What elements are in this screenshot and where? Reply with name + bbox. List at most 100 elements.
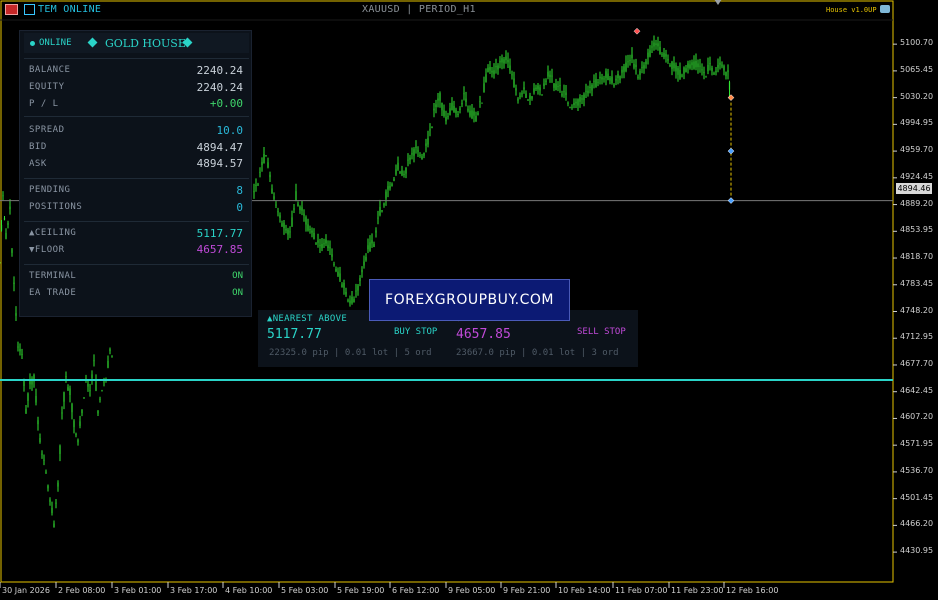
spread-label: SPREAD — [29, 125, 65, 135]
candle-body — [727, 70, 729, 73]
candle-body — [109, 349, 111, 352]
candle-body — [429, 129, 431, 131]
x-tick-label: 12 Feb 16:00 — [726, 586, 779, 595]
candle-body — [335, 268, 337, 272]
candle-body — [299, 206, 301, 211]
watermark-banner[interactable]: FOREXGROUPBUY.COM — [369, 279, 570, 321]
x-tick-label: 11 Feb 23:00 — [671, 586, 724, 595]
candle-body — [367, 245, 369, 250]
candle-body — [377, 217, 379, 219]
ea-hat-icon[interactable] — [880, 5, 890, 13]
candle-body — [443, 110, 445, 117]
current-price-tag: 4894.46 — [896, 183, 932, 194]
candle-body — [677, 68, 679, 75]
candle-body — [347, 300, 349, 302]
ask-value: 4894.57 — [196, 157, 243, 170]
candle-body — [41, 453, 43, 455]
candle-body — [13, 282, 15, 285]
candle-body — [637, 76, 639, 78]
candle-body — [391, 184, 393, 187]
candle-body — [2, 195, 4, 197]
candle-body — [307, 224, 309, 231]
candle-body — [551, 75, 553, 77]
ea-smile-icon[interactable] — [24, 4, 35, 15]
candle-body — [681, 75, 683, 77]
candle-body — [327, 245, 329, 249]
floor-value: 4657.85 — [196, 243, 243, 256]
price-axis[interactable]: 5100.70 5065.45 5030.20 4994.95 4959.70 4924.… — [894, 0, 938, 582]
candle-body — [455, 109, 457, 114]
nearest-below-price: 4657.85 — [456, 327, 511, 342]
candle-body — [277, 211, 279, 213]
candle-body — [301, 207, 303, 211]
candle-body — [265, 155, 267, 157]
candle-body — [83, 397, 85, 399]
candle-body — [609, 77, 611, 81]
candle-body — [0, 262, 1, 264]
candle-body — [309, 228, 311, 230]
candle-body — [703, 71, 705, 74]
candle-body — [103, 381, 105, 383]
candle-body — [355, 290, 357, 292]
candle-body — [543, 83, 545, 86]
y-tick-label: 4748.20 — [900, 305, 934, 315]
candle-body — [79, 421, 81, 426]
candle-body — [643, 65, 645, 69]
candle-body — [485, 74, 487, 83]
candle-body — [587, 90, 589, 94]
candle-body — [341, 284, 343, 288]
candle-body — [273, 196, 275, 199]
candle-body — [683, 67, 685, 74]
candle-body — [261, 161, 263, 165]
candle-body — [29, 380, 31, 385]
candle-body — [675, 65, 677, 72]
candle-body — [449, 108, 451, 115]
candle-body — [73, 420, 75, 428]
candle-body — [379, 206, 381, 216]
candle-body — [0, 225, 3, 231]
y-tick-label: 4642.45 — [900, 385, 934, 395]
candle-body — [617, 74, 619, 79]
chart-shift-marker-icon[interactable] — [714, 0, 722, 5]
y-tick-label: 4818.70 — [900, 252, 934, 262]
candle-body — [639, 70, 641, 75]
candle-body — [657, 43, 659, 47]
candle-body — [349, 300, 351, 304]
ea-trade-value: ON — [232, 288, 243, 298]
candle-body — [465, 98, 467, 103]
candle-body — [535, 87, 537, 90]
candle-body — [595, 79, 597, 88]
candle-body — [659, 46, 661, 54]
candle-body — [371, 240, 373, 244]
candle-body — [537, 85, 539, 90]
candle-body — [619, 75, 621, 80]
candle-body — [621, 69, 623, 73]
candle-body — [487, 67, 489, 72]
candle-body — [495, 66, 497, 68]
candle-body — [437, 98, 439, 101]
candle-body — [529, 95, 531, 100]
ceiling-label: ▲CEILING — [29, 228, 77, 238]
candle-body — [555, 83, 557, 91]
candle-body — [549, 74, 551, 78]
candle-body — [447, 116, 449, 118]
candle-body — [439, 93, 441, 101]
terminal-value: ON — [232, 271, 243, 281]
x-tick-label: 5 Feb 19:00 — [337, 586, 385, 595]
candle-body — [497, 65, 499, 70]
y-tick-label: 4924.45 — [900, 171, 934, 181]
nearest-above-price: 5117.77 — [267, 327, 322, 342]
bid-value: 4894.47 — [196, 141, 243, 154]
candle-body — [381, 210, 383, 212]
candle-body — [559, 85, 561, 87]
divider — [24, 116, 249, 117]
terminal-label: TERMINAL — [29, 271, 77, 281]
candle-body — [411, 153, 413, 155]
equity-value: 2240.24 — [196, 81, 243, 94]
chart-menu-icon[interactable] — [5, 4, 18, 15]
x-tick-label: 3 Feb 01:00 — [114, 586, 162, 595]
candle-body — [53, 523, 55, 528]
candle-body — [5, 232, 7, 239]
candle-body — [641, 67, 643, 69]
x-tick-label: 5 Feb 03:00 — [281, 586, 329, 595]
